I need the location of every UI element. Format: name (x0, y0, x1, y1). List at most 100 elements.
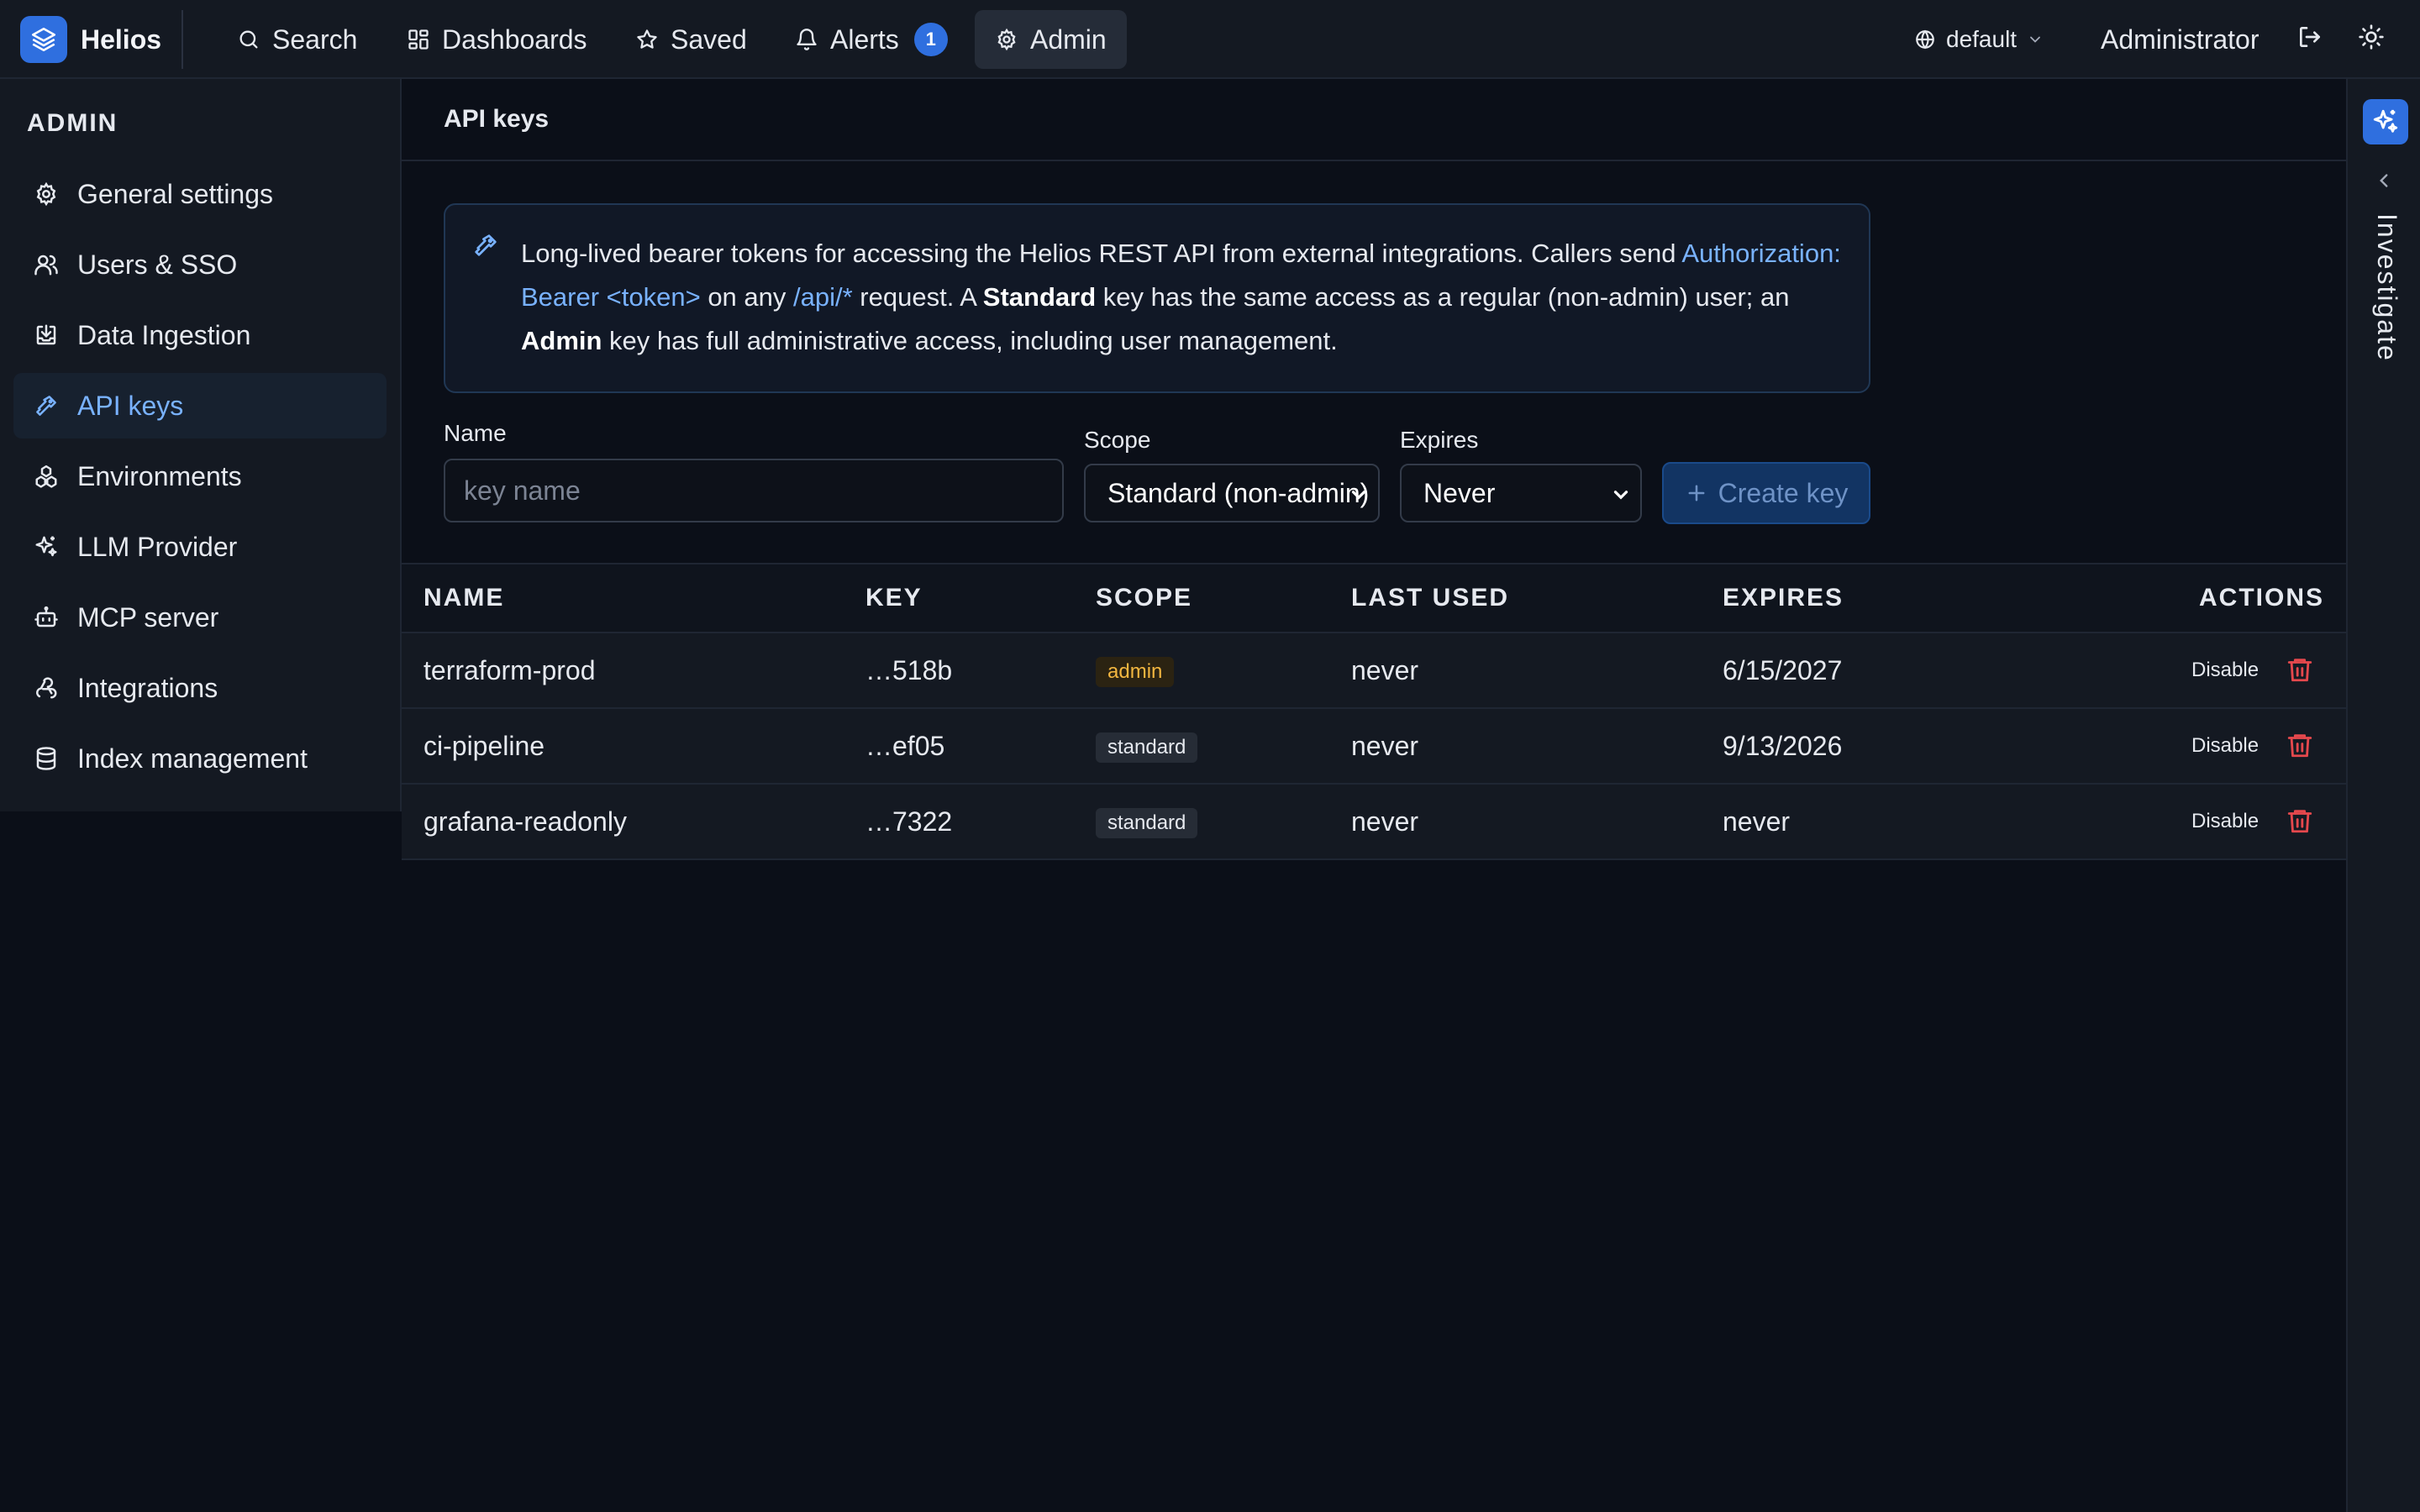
environment-selector[interactable]: default (1914, 10, 2044, 69)
scope-select-value: Standard (non-admin) (1107, 477, 1370, 508)
column-header-actions: ACTIONS (2199, 584, 2324, 612)
key-icon (34, 393, 59, 418)
key-icon (472, 232, 499, 259)
search-icon (237, 28, 260, 51)
last-used-cell: never (1351, 655, 1419, 685)
investigate-sparkles-icon[interactable] (2363, 99, 2408, 144)
brand-name[interactable]: Helios (81, 0, 161, 79)
sidebar-item-users-sso[interactable]: Users & SSO (13, 232, 387, 297)
sidebar-item-index-management[interactable]: Index management (13, 726, 387, 791)
create-key-button[interactable]: Create key (1662, 462, 1870, 524)
alerts-count-badge: 1 (913, 23, 948, 56)
scope-select[interactable]: Standard (non-admin) (1084, 464, 1380, 522)
key-name-cell: grafana-readonly (424, 806, 627, 837)
sidebar-item-label: LLM Provider (77, 531, 238, 562)
sidebar-heading: ADMIN (27, 109, 118, 137)
table-row: terraform-prod …518b admin never 6/15/20… (402, 633, 2346, 709)
key-suffix-cell: …ef05 (865, 731, 945, 761)
scope-label: Scope (1084, 427, 1151, 453)
bot-icon (34, 605, 59, 630)
delete-trash-icon[interactable] (2286, 655, 2316, 685)
table-row: ci-pipeline …ef05 standard never 9/13/20… (402, 709, 2346, 785)
sidebar-item-mcp-server[interactable]: MCP server (13, 585, 387, 650)
sidebar-item-label: Index management (77, 743, 308, 774)
boxes-icon (34, 464, 59, 489)
sidebar-item-data-ingestion[interactable]: Data Ingestion (13, 302, 387, 368)
expires-cell: 9/13/2026 (1723, 731, 1843, 761)
brand-divider (182, 10, 183, 69)
expires-cell: 6/15/2027 (1723, 655, 1843, 685)
column-header-name[interactable]: NAME (424, 564, 504, 632)
helios-logo-icon[interactable] (20, 16, 67, 63)
key-name-cell: ci-pipeline (424, 731, 545, 761)
info-text-part: key has the same access as a regular (no… (1096, 282, 1790, 312)
disable-button[interactable]: Disable (2191, 709, 2259, 783)
last-used-cell: never (1351, 806, 1419, 837)
nav-saved-label: Saved (671, 24, 747, 55)
nav-admin[interactable]: Admin (975, 10, 1127, 69)
bell-icon (795, 28, 818, 51)
scope-badge: admin (1096, 657, 1175, 687)
current-user[interactable]: Administrator (2101, 0, 2260, 79)
info-text-part: key has full administrative access, incl… (602, 326, 1338, 355)
last-used-cell: never (1351, 731, 1419, 761)
sparkles-icon (34, 534, 59, 559)
api-keys-table: NAME KEY SCOPE LAST USED EXPIRES ACTIONS… (402, 563, 2346, 860)
sidebar-item-label: Environments (77, 460, 242, 491)
disable-button[interactable]: Disable (2191, 633, 2259, 707)
column-header-last-used[interactable]: LAST USED (1351, 564, 1509, 632)
nav-saved[interactable]: Saved (615, 10, 767, 69)
main-content: API keys Long-lived bearer tokens for ac… (402, 79, 2346, 1512)
page-title: API keys (444, 105, 550, 133)
sidebar-item-label: General settings (77, 178, 274, 209)
key-name-input[interactable] (444, 459, 1064, 522)
page-header: API keys (402, 79, 2346, 161)
investigate-rail: Investigate (2346, 79, 2420, 1512)
database-icon (34, 746, 59, 771)
chevron-down-icon (1610, 484, 1632, 506)
column-header-key[interactable]: KEY (865, 564, 923, 632)
nav-alerts-label: Alerts (830, 24, 899, 55)
api-path-code: /api/* (793, 282, 853, 312)
users-icon (34, 252, 59, 277)
sidebar-item-llm-provider[interactable]: LLM Provider (13, 514, 387, 580)
expires-select[interactable]: Never (1400, 464, 1642, 522)
dashboard-grid-icon (407, 28, 430, 51)
disable-button[interactable]: Disable (2191, 785, 2259, 858)
environment-name: default (1946, 26, 2018, 52)
table-header: NAME KEY SCOPE LAST USED EXPIRES ACTIONS (402, 564, 2346, 633)
standard-emphasis: Standard (982, 282, 1097, 312)
nav-alerts[interactable]: Alerts 1 (775, 10, 968, 69)
info-text-part: on any (700, 282, 794, 312)
chevron-left-icon[interactable] (2373, 170, 2395, 192)
scope-badge: standard (1096, 732, 1198, 763)
chevron-down-icon (1348, 484, 1370, 506)
gear-icon (34, 181, 59, 207)
sidebar-item-general-settings[interactable]: General settings (13, 161, 387, 227)
key-suffix-cell: …518b (865, 655, 953, 685)
sidebar-item-label: Users & SSO (77, 249, 238, 280)
logout-icon[interactable] (2296, 24, 2328, 55)
nav-admin-label: Admin (1030, 24, 1107, 55)
expires-cell: never (1723, 806, 1791, 837)
sidebar-item-api-keys[interactable]: API keys (13, 373, 387, 438)
sidebar-item-label: MCP server (77, 601, 219, 633)
investigate-label[interactable]: Investigate (2371, 213, 2402, 362)
table-row: grafana-readonly …7322 standard never ne… (402, 785, 2346, 860)
key-name-cell: terraform-prod (424, 655, 596, 685)
delete-trash-icon[interactable] (2286, 731, 2316, 761)
nav-dashboards[interactable]: Dashboards (387, 10, 608, 69)
admin-emphasis: Admin (521, 326, 602, 355)
sidebar-item-environments[interactable]: Environments (13, 444, 387, 509)
nav-search[interactable]: Search (217, 10, 377, 69)
theme-sun-icon[interactable] (2358, 24, 2390, 55)
name-label: Name (444, 420, 507, 446)
sidebar-item-integrations[interactable]: Integrations (13, 655, 387, 721)
info-text-part: Long-lived bearer tokens for accessing t… (521, 239, 1682, 268)
api-keys-info-callout: Long-lived bearer tokens for accessing t… (444, 203, 1870, 393)
globe-icon (1914, 29, 1936, 50)
column-header-expires[interactable]: EXPIRES (1723, 564, 1844, 632)
chevron-down-icon (2027, 31, 2044, 48)
column-header-scope[interactable]: SCOPE (1096, 564, 1192, 632)
delete-trash-icon[interactable] (2286, 806, 2316, 837)
